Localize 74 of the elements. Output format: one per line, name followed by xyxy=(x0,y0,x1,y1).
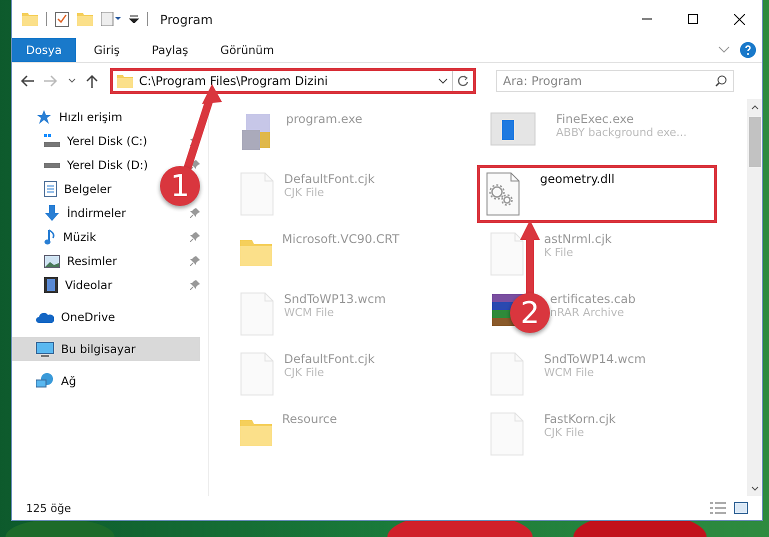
file-type: CJK File xyxy=(544,426,586,439)
drive-icon xyxy=(44,161,60,169)
dropdown-icon[interactable] xyxy=(129,15,139,23)
download-arrow-icon xyxy=(44,205,60,221)
scroll-down-icon[interactable] xyxy=(750,486,758,490)
window-title: Program xyxy=(160,12,213,26)
scroll-up-icon[interactable] xyxy=(750,104,758,110)
file-icon xyxy=(490,232,524,276)
window-icon xyxy=(490,112,536,146)
sidebar-item[interactable]: Resimler xyxy=(12,249,125,273)
sidebar-item[interactable]: Yerel Disk (D:) xyxy=(12,153,156,177)
music-note-icon xyxy=(44,229,56,245)
details-view-icon[interactable] xyxy=(710,502,726,514)
sidebar-item[interactable]: Belgeler xyxy=(12,177,120,201)
network-icon xyxy=(36,373,54,389)
file-type: WCM File xyxy=(544,366,595,379)
pin-icon[interactable] xyxy=(190,256,200,266)
scrollbar[interactable] xyxy=(747,99,762,496)
chevron-down-icon xyxy=(438,78,448,84)
help-icon[interactable] xyxy=(740,42,756,58)
refresh-icon xyxy=(457,75,469,87)
ribbon-tab[interactable]: Dosya xyxy=(12,38,76,62)
file-type: CJK File xyxy=(284,366,326,379)
file-name[interactable]: geometry.dll xyxy=(540,172,615,186)
file-type: K File xyxy=(544,246,574,259)
file-icon xyxy=(240,172,274,216)
maximize-icon xyxy=(688,14,698,24)
document-icon xyxy=(44,181,57,197)
chevron-down-icon[interactable] xyxy=(718,46,730,54)
sidebar-item[interactable]: Videolar xyxy=(12,273,120,297)
cloud-icon xyxy=(36,312,54,322)
scroll-thumb[interactable] xyxy=(748,117,760,167)
back-button[interactable] xyxy=(18,73,36,89)
checklist-icon[interactable] xyxy=(55,11,69,27)
gear-file-icon xyxy=(486,172,520,216)
file-type: WCM File xyxy=(284,306,335,319)
search-field[interactable]: Ara: Program xyxy=(496,70,734,92)
folder-icon xyxy=(117,74,133,88)
sidebar-item[interactable]: İndirmeler xyxy=(12,201,134,225)
item-count: 125 öğe xyxy=(26,502,71,514)
address-bar[interactable]: C:\Program Files\Program Dizini xyxy=(110,68,476,94)
sidebar-item[interactable]: Bu bilgisayar xyxy=(12,337,200,361)
ribbon-tab[interactable]: Görünüm xyxy=(206,38,288,62)
pin-icon[interactable] xyxy=(190,208,200,218)
sidebar-item[interactable]: Müzik xyxy=(12,225,104,249)
up-button[interactable] xyxy=(84,72,100,90)
file-icon xyxy=(490,352,524,396)
file-type: nRAR Archive xyxy=(550,306,625,319)
properties-icon[interactable] xyxy=(101,12,121,26)
sidebar-item[interactable]: OneDrive xyxy=(12,305,124,329)
star-icon xyxy=(36,109,52,125)
sidebar-item[interactable]: Hızlı erişim xyxy=(12,105,130,129)
film-icon xyxy=(44,277,58,293)
pin-icon[interactable] xyxy=(190,280,200,290)
folder-icon xyxy=(22,12,38,26)
file-icon xyxy=(490,412,524,456)
file-type: CJK File xyxy=(284,186,326,199)
minimize-icon xyxy=(642,18,652,20)
ribbon-tab[interactable]: Paylaş xyxy=(138,38,202,62)
close-icon xyxy=(734,14,744,24)
computer-icon xyxy=(36,342,54,356)
ribbon-tab[interactable]: Giriş xyxy=(80,38,134,62)
picture-icon xyxy=(44,254,60,268)
file-type: ABBY background exe... xyxy=(556,126,687,139)
file-icon xyxy=(240,292,274,336)
sidebar-item[interactable]: Yerel Disk (C:) xyxy=(12,129,156,153)
large-icons-view-icon[interactable] xyxy=(734,502,748,514)
drive-icon xyxy=(44,134,60,148)
file-icon xyxy=(240,352,274,396)
pin-icon[interactable] xyxy=(190,232,200,242)
sidebar-item[interactable]: Ağ xyxy=(12,369,84,393)
chevron-down-icon xyxy=(68,78,76,84)
folder-icon xyxy=(77,12,93,26)
search-icon[interactable] xyxy=(715,75,727,87)
